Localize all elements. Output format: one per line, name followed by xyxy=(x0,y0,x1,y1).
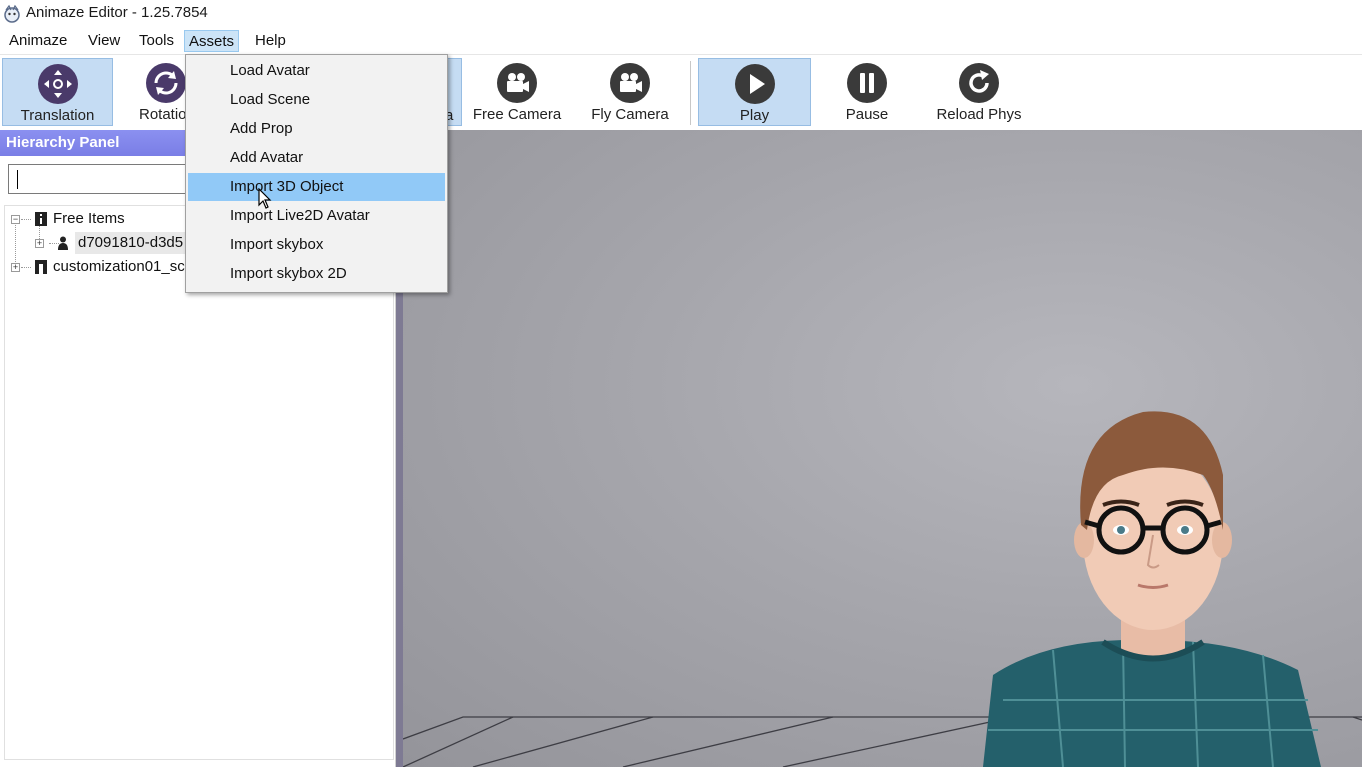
menu-tools[interactable]: Tools xyxy=(135,30,178,52)
window-title: Animaze Editor - 1.25.7854 xyxy=(26,4,208,21)
person-icon xyxy=(58,236,68,250)
play-label: Play xyxy=(739,107,770,124)
reload-icon xyxy=(959,63,999,103)
menu-help[interactable]: Help xyxy=(251,30,290,52)
menu-view[interactable]: View xyxy=(84,30,124,52)
menu-bar: Animaze View Tools Assets Help xyxy=(0,28,1362,54)
free-camera-icon xyxy=(497,63,537,103)
free-camera-label: Free Camera xyxy=(472,106,562,123)
menu-assets[interactable]: Assets xyxy=(184,30,240,52)
menu-item-add-avatar[interactable]: Add Avatar xyxy=(188,144,445,172)
text-caret xyxy=(17,170,18,189)
translation-tool-button[interactable]: Translation xyxy=(2,58,113,126)
rotation-label: Rotatio xyxy=(139,106,186,123)
tree-item-scene[interactable]: + customization01_sc xyxy=(9,256,189,278)
tree-item-label: Free Items xyxy=(53,210,125,227)
menu-item-import-live2d-avatar[interactable]: Import Live2D Avatar xyxy=(188,202,445,230)
reload-physics-button[interactable]: Reload Phys xyxy=(930,58,1028,126)
info-icon xyxy=(35,212,47,226)
scene-icon xyxy=(35,260,47,274)
translation-label: Translation xyxy=(20,107,95,124)
tree-item-label: d7091810-d3d5 xyxy=(75,232,187,254)
rotation-icon xyxy=(146,63,186,103)
toolbar-separator xyxy=(690,61,691,125)
menu-item-import-skybox[interactable]: Import skybox xyxy=(188,231,445,259)
app-logo-icon xyxy=(4,4,20,23)
menu-item-load-scene[interactable]: Load Scene xyxy=(188,86,445,114)
assets-dropdown-menu: Load Avatar Load Scene Add Prop Add Avat… xyxy=(185,54,448,293)
pause-icon xyxy=(847,63,887,103)
scene-render xyxy=(403,411,1362,767)
menu-item-import-3d-object[interactable]: Import 3D Object xyxy=(188,173,445,201)
collapse-toggle[interactable]: − xyxy=(11,215,20,224)
title-bar: Animaze Editor - 1.25.7854 xyxy=(0,0,1362,28)
translation-icon xyxy=(37,64,78,104)
menu-item-load-avatar[interactable]: Load Avatar xyxy=(188,57,445,85)
menu-animaze[interactable]: Animaze xyxy=(5,30,71,52)
expand-toggle[interactable]: + xyxy=(35,239,44,248)
fly-camera-tool-button[interactable]: Fly Camera xyxy=(582,58,678,126)
free-camera-tool-button[interactable]: Free Camera xyxy=(468,58,566,126)
avatar-model xyxy=(983,411,1321,767)
menu-item-add-prop[interactable]: Add Prop xyxy=(188,115,445,143)
scene-viewport[interactable] xyxy=(403,130,1362,767)
tree-item-avatar[interactable]: + d7091810-d3d5 xyxy=(33,232,189,254)
rotation-tool-button[interactable]: Rotatio xyxy=(118,58,186,126)
pause-label: Pause xyxy=(845,106,889,123)
fly-camera-label: Fly Camera xyxy=(591,106,669,123)
pause-button[interactable]: Pause xyxy=(820,58,914,126)
reload-physics-label: Reload Phys xyxy=(936,106,1022,123)
play-icon xyxy=(734,64,775,104)
expand-toggle[interactable]: + xyxy=(11,263,20,272)
mouse-cursor-icon xyxy=(258,188,272,209)
fly-camera-icon xyxy=(610,63,650,103)
menu-item-import-skybox-2d[interactable]: Import skybox 2D xyxy=(188,260,445,288)
tree-item-label: customization01_sc xyxy=(53,258,185,275)
play-button[interactable]: Play xyxy=(698,58,811,126)
